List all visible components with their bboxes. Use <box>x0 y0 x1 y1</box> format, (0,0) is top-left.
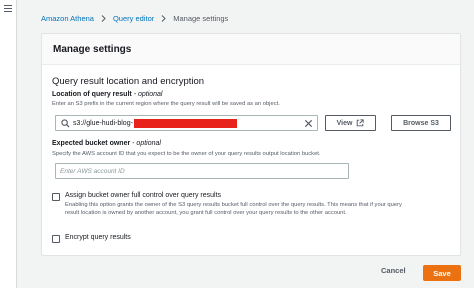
assign-owner-checkbox[interactable] <box>52 193 60 201</box>
location-label-text: Location of query result <box>52 91 132 98</box>
external-link-icon <box>357 119 365 127</box>
owner-label-text: Expected bucket owner <box>52 140 131 147</box>
section-title: Query result location and encryption <box>52 76 205 87</box>
aws-account-id-input[interactable] <box>60 167 348 175</box>
browse-s3-label: Browse S3 <box>403 119 439 127</box>
owner-optional: - optional <box>132 140 161 147</box>
search-icon <box>61 118 70 128</box>
panel-title: Manage settings <box>42 34 460 65</box>
owner-description: Specify the AWS account ID that you expe… <box>52 151 321 157</box>
browse-s3-button[interactable]: Browse S3 <box>391 115 451 131</box>
settings-panel: Manage settings Query result location an… <box>41 33 461 256</box>
assign-owner-description-2: result location is owned by another acco… <box>65 210 347 216</box>
location-value: s3://glue-hudi-blog- <box>73 119 133 127</box>
query-result-location-input[interactable]: s3://glue-hudi-blog- <box>55 115 318 131</box>
chevron-right-icon <box>101 14 106 22</box>
breadcrumb: Amazon Athena Query editor Manage settin… <box>41 12 228 24</box>
save-button[interactable]: Save <box>423 265 461 281</box>
breadcrumb-amazon-athena[interactable]: Amazon Athena <box>41 14 94 23</box>
side-navigation-bar <box>0 0 17 288</box>
chevron-right-icon <box>161 14 166 22</box>
owner-label: Expected bucket owner - optional <box>52 140 161 147</box>
menu-icon[interactable] <box>4 5 12 14</box>
location-label: Location of query result - optional <box>52 91 162 98</box>
aws-account-id-field[interactable] <box>55 163 349 179</box>
breadcrumb-query-editor[interactable]: Query editor <box>113 14 154 23</box>
assign-owner-description-1: Enabling this option grants the owner of… <box>65 202 402 208</box>
encrypt-results-checkbox[interactable] <box>52 235 60 243</box>
location-description: Enter an S3 prefix in the current region… <box>52 101 280 107</box>
breadcrumb-current: Manage settings <box>173 13 229 23</box>
assign-owner-label[interactable]: Assign bucket owner full control over qu… <box>65 192 221 199</box>
location-optional: - optional <box>133 91 163 98</box>
close-icon[interactable] <box>304 119 313 128</box>
redaction-bar <box>133 118 237 128</box>
encrypt-results-label[interactable]: Encrypt query results <box>65 234 131 241</box>
cancel-button[interactable]: Cancel <box>381 266 406 275</box>
view-button[interactable]: View <box>325 115 376 131</box>
view-button-label: View <box>336 119 353 127</box>
